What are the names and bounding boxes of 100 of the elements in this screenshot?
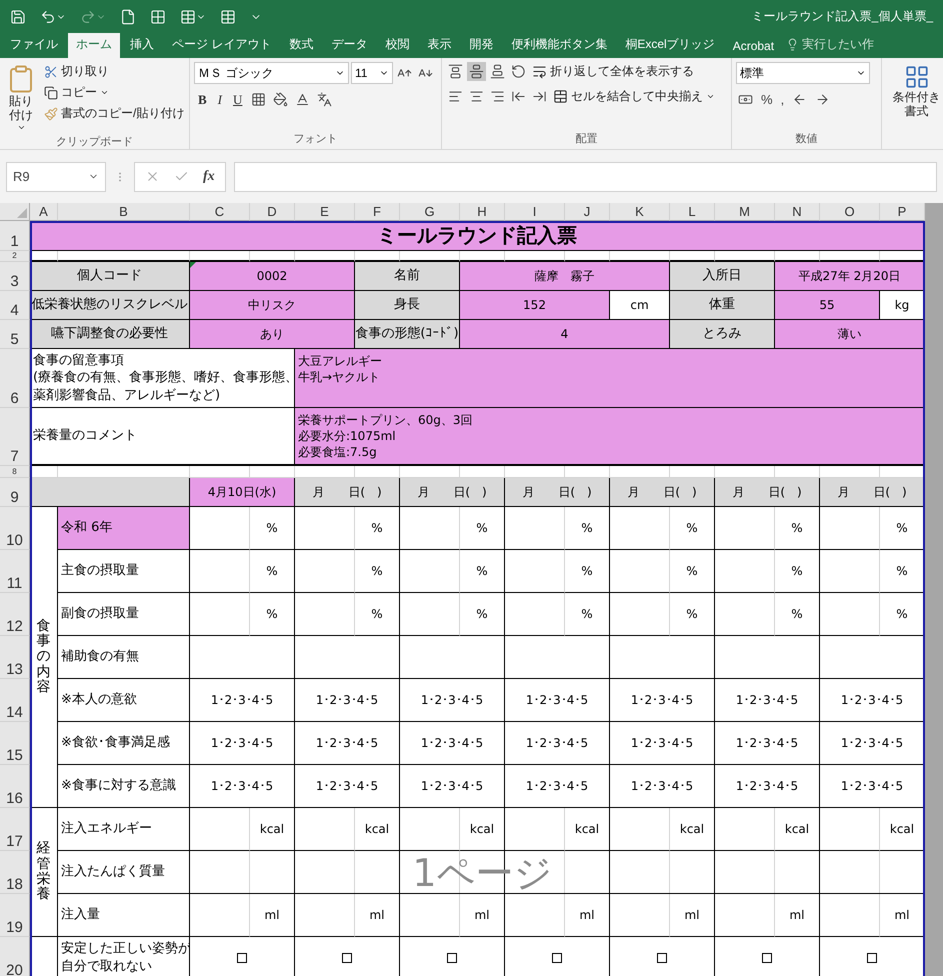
formula-field[interactable] xyxy=(234,162,937,192)
rating-scale[interactable]: 1･2･3･4･5 xyxy=(400,679,505,722)
date-header[interactable]: 月 日( ) xyxy=(295,478,400,507)
rating-scale[interactable]: 1･2･3･4･5 xyxy=(610,722,715,765)
row-header[interactable]: 8 xyxy=(0,466,30,478)
rating-scale[interactable]: 1･2･3･4･5 xyxy=(715,722,820,765)
row-header[interactable]: 6 xyxy=(0,349,30,408)
rating-scale[interactable]: 1･2･3･4･5 xyxy=(400,722,505,765)
row-header[interactable]: 9 xyxy=(0,478,30,507)
decrease-indent-icon[interactable] xyxy=(511,89,526,104)
align-top-icon[interactable] xyxy=(448,64,463,79)
date-header[interactable]: 月 日( ) xyxy=(820,478,925,507)
rating-scale[interactable]: 1･2･3･4･5 xyxy=(400,765,505,808)
rating-scale[interactable]: 1･2･3･4･5 xyxy=(715,679,820,722)
rating-scale[interactable]: 1･2･3･4･5 xyxy=(505,679,610,722)
ribbon-tab[interactable]: 挿入 xyxy=(122,33,162,58)
fill-color-icon[interactable] xyxy=(273,92,288,107)
row-header[interactable]: 2 xyxy=(0,251,30,262)
column-header[interactable]: F xyxy=(355,203,400,221)
row-header[interactable]: 12 xyxy=(0,593,30,636)
merge-center-button[interactable]: セルを結合して中央揃え xyxy=(551,87,717,106)
rating-scale[interactable]: 1･2･3･4･5 xyxy=(610,765,715,808)
conditional-format-icon[interactable] xyxy=(904,64,930,90)
checkbox[interactable] xyxy=(447,953,457,963)
row-header[interactable]: 20 xyxy=(0,937,30,976)
number-format-select[interactable]: 標準 xyxy=(736,62,870,84)
date-header[interactable]: 月 日( ) xyxy=(715,478,820,507)
column-header[interactable]: M xyxy=(715,203,775,221)
ribbon-tab[interactable]: 表示 xyxy=(419,33,460,58)
ribbon-tab[interactable]: ファイル xyxy=(2,33,66,58)
comma-button[interactable]: , xyxy=(778,90,786,109)
ribbon-tab[interactable]: 校閲 xyxy=(377,33,418,58)
font-size-select[interactable]: 11 xyxy=(351,62,393,84)
rating-scale[interactable]: 1･2･3･4･5 xyxy=(505,722,610,765)
note-value-cell[interactable]: 栄養サポートプリン、60g、3回 必要水分:1075ml 必要食塩:7.5g xyxy=(295,408,925,466)
cut-button[interactable]: 切り取り xyxy=(42,62,186,81)
rating-scale[interactable]: 1･2･3･4･5 xyxy=(505,765,610,808)
table-icon[interactable] xyxy=(180,8,196,24)
italic-button[interactable]: I xyxy=(214,90,226,108)
row-header[interactable]: 3 xyxy=(0,262,30,291)
row-header[interactable]: 4 xyxy=(0,291,30,320)
column-header[interactable]: B xyxy=(58,203,190,221)
ribbon-tab[interactable]: 便利機能ボタン集 xyxy=(503,33,616,58)
checkbox[interactable] xyxy=(762,953,772,963)
column-header[interactable]: C xyxy=(190,203,250,221)
increase-decimal-icon[interactable] xyxy=(792,92,808,107)
font-name-select[interactable]: ＭＳ ゴシック xyxy=(194,62,349,84)
row-header[interactable]: 19 xyxy=(0,894,30,937)
column-header[interactable]: P xyxy=(880,203,925,221)
field-value[interactable]: 55 xyxy=(775,291,880,320)
ribbon-tab[interactable]: 桐Excelブリッジ xyxy=(617,33,723,58)
rating-scale[interactable]: 1･2･3･4･5 xyxy=(295,765,400,808)
row-header[interactable]: 10 xyxy=(0,507,30,550)
ribbon-tab[interactable]: 開発 xyxy=(461,33,502,58)
increase-indent-icon[interactable] xyxy=(532,89,547,104)
checkbox[interactable] xyxy=(237,953,247,963)
checkbox[interactable] xyxy=(657,953,667,963)
name-box[interactable]: R9 xyxy=(6,162,106,192)
checkbox[interactable] xyxy=(342,953,352,963)
tell-me-field[interactable]: 実行したい作 xyxy=(802,36,874,53)
conditional-format-button[interactable]: 条件付き xyxy=(892,90,940,104)
column-header[interactable]: N xyxy=(775,203,820,221)
row-header[interactable]: 13 xyxy=(0,636,30,679)
ribbon-tab[interactable]: ページ レイアウト xyxy=(164,33,280,58)
new-file-icon[interactable] xyxy=(120,8,136,24)
rating-scale[interactable]: 1･2･3･4･5 xyxy=(295,722,400,765)
checkbox[interactable] xyxy=(552,953,562,963)
align-bottom-icon[interactable] xyxy=(490,64,505,79)
rating-scale[interactable]: 1･2･3･4･5 xyxy=(295,679,400,722)
column-header[interactable]: D xyxy=(250,203,295,221)
decrease-decimal-icon[interactable] xyxy=(815,92,830,107)
align-left-icon[interactable] xyxy=(448,89,463,104)
phonetic-icon[interactable] xyxy=(317,92,332,107)
column-header[interactable]: J xyxy=(565,203,610,221)
column-header[interactable]: K xyxy=(610,203,670,221)
format-painter-button[interactable]: 書式のコピー/貼り付け xyxy=(42,104,186,123)
orientation-icon[interactable] xyxy=(511,64,526,79)
row-header[interactable]: 5 xyxy=(0,320,30,349)
column-header[interactable]: H xyxy=(460,203,505,221)
field-value[interactable]: 152 xyxy=(460,291,610,320)
conditional-format-button[interactable]: 書式 xyxy=(904,104,928,119)
align-center-icon[interactable] xyxy=(469,89,484,104)
ribbon-tab[interactable]: Acrobat xyxy=(724,35,782,58)
note-value-cell[interactable]: 大豆アレルギー 牛乳→ヤクルト xyxy=(295,349,925,408)
column-header[interactable]: E xyxy=(295,203,355,221)
ribbon-tab[interactable]: ホーム xyxy=(68,33,120,58)
row-header[interactable]: 11 xyxy=(0,550,30,593)
field-value[interactable]: 薩摩 霧子 xyxy=(460,262,670,291)
font-color-icon[interactable] xyxy=(295,92,310,107)
row-header[interactable]: 18 xyxy=(0,851,30,894)
column-header[interactable]: A xyxy=(30,203,58,221)
date-header[interactable]: 月 日( ) xyxy=(610,478,715,507)
row-header[interactable]: 17 xyxy=(0,808,30,851)
ribbon-tab[interactable]: 数式 xyxy=(281,33,322,58)
bold-button[interactable]: B xyxy=(194,90,211,108)
rating-scale[interactable]: 1･2･3･4･5 xyxy=(190,722,295,765)
rating-scale[interactable]: 1･2･3･4･5 xyxy=(610,679,715,722)
checkbox[interactable] xyxy=(867,953,877,963)
column-header[interactable]: I xyxy=(505,203,565,221)
date-header[interactable]: 月 日( ) xyxy=(400,478,505,507)
